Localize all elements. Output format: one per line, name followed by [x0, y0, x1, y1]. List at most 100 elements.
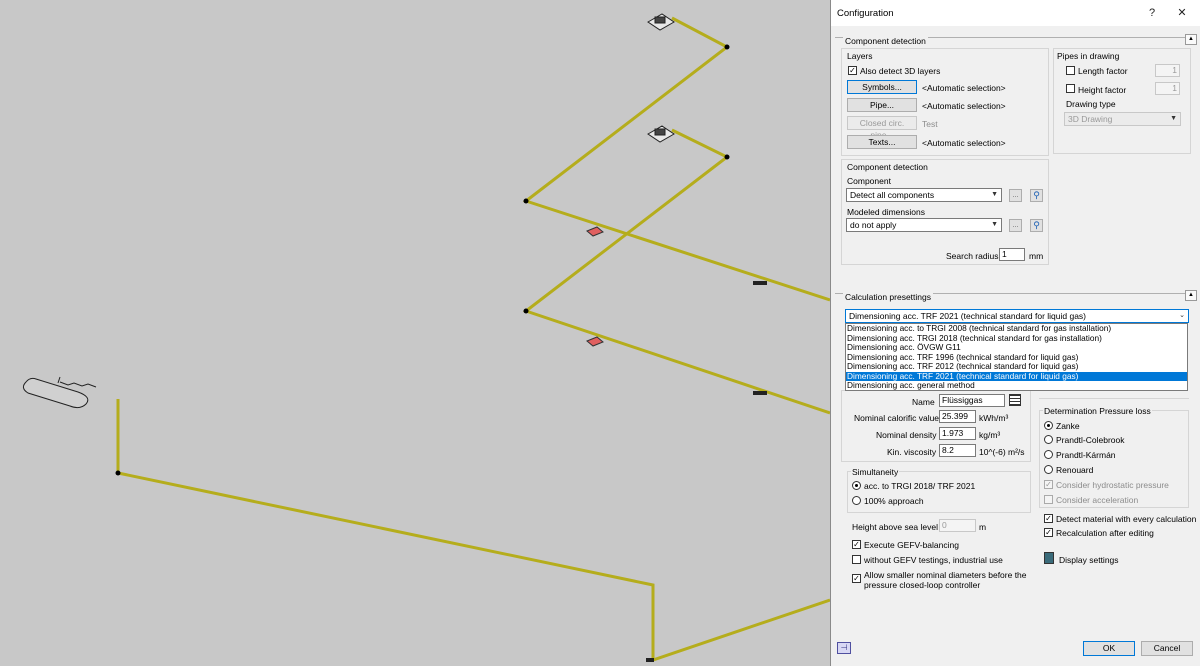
symbols-value: <Automatic selection> — [922, 83, 1006, 93]
drawing-type-label: Drawing type — [1066, 99, 1116, 109]
length-factor-input[interactable]: 1 — [1155, 64, 1180, 77]
texts-value: <Automatic selection> — [922, 138, 1006, 148]
component-detection-header: Component detection — [847, 162, 928, 172]
chevron-down-icon: ▼ — [991, 221, 998, 228]
pin-icon[interactable]: ⊣ — [837, 642, 851, 654]
renouard-radio[interactable] — [1044, 465, 1053, 474]
modeled-browse-button[interactable]: ... — [1009, 219, 1022, 232]
calorific-value-unit: kWh/m³ — [979, 413, 1009, 423]
cad-drawing-canvas[interactable] — [0, 0, 830, 666]
calculation-method-dropdown-list: Dimensioning acc. to TRGI 2008 (technica… — [845, 323, 1188, 391]
display-settings-icon[interactable] — [1044, 552, 1054, 564]
dialog-title: Configuration — [837, 8, 894, 19]
allow-smaller-label-2: pressure closed-loop controller — [864, 580, 981, 590]
hydrostatic-checkbox[interactable]: ✓ — [1044, 480, 1053, 489]
viscosity-label: Kin. viscosity — [887, 447, 937, 457]
consumer-symbol-top[interactable] — [647, 13, 675, 31]
close-button[interactable]: ✕ — [1167, 3, 1197, 23]
component-detection-section-header: Component detection ▲ — [835, 34, 1197, 48]
drawing-type-select[interactable]: 3D Drawing ▼ — [1064, 112, 1181, 126]
acceleration-checkbox[interactable] — [1044, 495, 1053, 504]
pipe-value: <Automatic selection> — [922, 101, 1006, 111]
viscosity-input[interactable]: 8.2 — [939, 444, 976, 457]
modeled-dimensions-label: Modeled dimensions — [847, 207, 925, 217]
allow-smaller-checkbox[interactable]: ✓ — [852, 574, 861, 583]
section-title: Component detection — [843, 36, 928, 46]
cancel-button[interactable]: Cancel — [1141, 641, 1193, 656]
consumer-symbol-middle[interactable] — [647, 125, 675, 143]
simultaneity-trgi-radio[interactable] — [852, 481, 861, 490]
pipe-lower-branch[interactable] — [116, 399, 830, 663]
detect-material-label: Detect material with every calculation — [1056, 514, 1197, 524]
chevron-down-icon: ⌄ — [1179, 312, 1185, 319]
texts-button[interactable]: Texts... — [847, 135, 917, 149]
simultaneity-trgi-label: acc. to TRGI 2018/ TRF 2021 — [864, 481, 976, 491]
valve-symbol[interactable] — [586, 336, 604, 347]
prandtl-karman-radio[interactable] — [1044, 450, 1053, 459]
pipe-nodes — [115, 44, 730, 476]
height-factor-checkbox[interactable] — [1066, 84, 1075, 93]
calculation-method-select[interactable]: Dimensioning acc. TRF 2021 (technical st… — [845, 309, 1189, 323]
without-gefv-label: without GEFV testings, industrial use — [864, 555, 1003, 565]
pipe-node[interactable] — [724, 44, 730, 50]
execute-gefv-label: Execute GEFV-balancing — [864, 540, 959, 550]
gas-table-icon[interactable] — [1009, 394, 1021, 406]
height-factor-input[interactable]: 1 — [1155, 82, 1180, 95]
dropdown-option[interactable]: Dimensioning acc. general method — [846, 380, 1187, 391]
pipe-button[interactable]: Pipe... — [847, 98, 917, 112]
component-select[interactable]: Detect all components ▼ — [846, 188, 1002, 202]
modeled-dimensions-select[interactable]: do not apply ▼ — [846, 218, 1002, 232]
calorific-value-input[interactable]: 25.399 — [939, 410, 976, 423]
zanke-radio[interactable] — [1044, 421, 1053, 430]
dialog-bottom-bar: ⊣ OK Cancel — [831, 634, 1200, 666]
gas-tank-symbol[interactable] — [22, 376, 97, 409]
without-gefv-checkbox[interactable] — [852, 555, 861, 564]
height-above-sea-label: Height above sea level — [852, 522, 939, 532]
help-button[interactable]: ? — [1137, 3, 1167, 23]
acceleration-label: Consider acceleration — [1056, 495, 1139, 505]
modeled-search-icon[interactable]: ⚲ — [1030, 219, 1043, 232]
symbols-button[interactable]: Symbols... — [847, 80, 917, 94]
also-detect-3d-checkbox[interactable]: ✓ — [848, 66, 857, 75]
search-radius-input[interactable]: 1 — [999, 248, 1025, 261]
simultaneity-group — [847, 471, 1031, 513]
closed-circ-pipe-button[interactable]: Closed circ. pipe... — [847, 116, 917, 140]
zanke-label: Zanke — [1056, 421, 1080, 431]
gas-name-label: Name — [912, 397, 935, 407]
prandtl-colebrook-label: Prandtl-Colebrook — [1056, 435, 1125, 445]
prandtl-colebrook-radio[interactable] — [1044, 435, 1053, 444]
also-detect-3d-label: Also detect 3D layers — [860, 66, 941, 76]
chevron-down-icon: ▼ — [991, 191, 998, 198]
section-title: Calculation presettings — [843, 292, 933, 302]
height-above-sea-input[interactable]: 0 — [939, 519, 976, 532]
calorific-value-label: Nominal calorific value — [854, 413, 940, 423]
prandtl-karman-label: Prandtl-Kármán — [1056, 450, 1116, 460]
viscosity-unit: 10^(-6) m²/s — [979, 447, 1025, 457]
component-label: Component — [847, 176, 891, 186]
pipe-middle-branch[interactable] — [522, 128, 830, 415]
collapse-icon[interactable]: ▲ — [1185, 34, 1197, 45]
density-unit: kg/m³ — [979, 430, 1001, 440]
length-factor-checkbox[interactable] — [1066, 66, 1075, 75]
component-browse-button[interactable]: ... — [1009, 189, 1022, 202]
search-radius-unit: mm — [1029, 251, 1044, 261]
pipe-node[interactable] — [115, 470, 121, 476]
simultaneity-100-label: 100% approach — [864, 496, 924, 506]
valve-symbol[interactable] — [586, 226, 604, 237]
collapse-icon[interactable]: ▲ — [1185, 290, 1197, 301]
detect-material-checkbox[interactable]: ✓ — [1044, 514, 1053, 523]
recalculation-checkbox[interactable]: ✓ — [1044, 528, 1053, 537]
length-factor-label: Length factor — [1078, 66, 1128, 76]
pipe-node[interactable] — [724, 154, 730, 160]
density-input[interactable]: 1.973 — [939, 427, 976, 440]
component-search-icon[interactable]: ⚲ — [1030, 189, 1043, 202]
execute-gefv-checkbox[interactable]: ✓ — [852, 540, 861, 549]
display-settings-label[interactable]: Display settings — [1059, 555, 1119, 565]
pipe-upper-branch[interactable] — [522, 16, 830, 302]
pipe-network — [116, 16, 830, 663]
gas-name-input[interactable]: Flüssiggas — [939, 394, 1005, 407]
pipe-node[interactable] — [523, 308, 529, 314]
pipe-node[interactable] — [523, 198, 529, 204]
ok-button[interactable]: OK — [1083, 641, 1135, 656]
simultaneity-100-radio[interactable] — [852, 496, 861, 505]
